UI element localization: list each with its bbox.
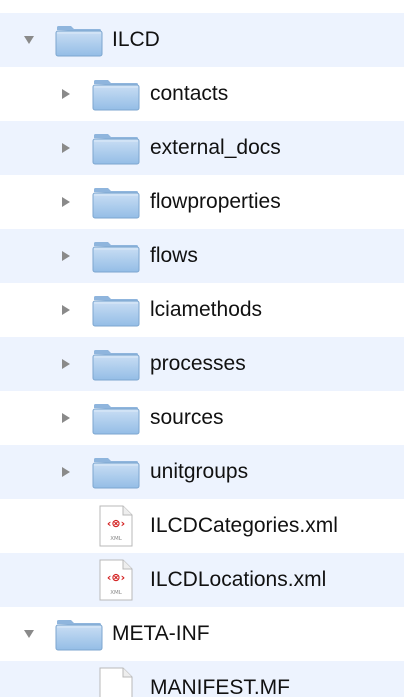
tree-row-processes[interactable]: processes xyxy=(0,337,404,391)
svg-text:‹⊗›: ‹⊗› xyxy=(107,517,125,530)
folder-icon xyxy=(92,296,140,327)
folder-icon xyxy=(92,404,140,435)
tree-item-label: flowproperties xyxy=(150,190,281,213)
tree-item-label: lciamethods xyxy=(150,298,263,321)
tree-item-label: MANIFEST.MF xyxy=(150,676,290,697)
xml-file-icon: ‹⊗› XML xyxy=(99,559,133,601)
xml-file-icon: ‹⊗› XML xyxy=(99,505,133,547)
disclosure-triangle-collapsed-icon[interactable] xyxy=(62,359,70,369)
svg-text:‹⊗›: ‹⊗› xyxy=(107,571,125,584)
folder-icon xyxy=(92,80,140,111)
tree-row-flows[interactable]: flows xyxy=(0,229,404,283)
tree-item-label: processes xyxy=(150,352,246,375)
folder-icon xyxy=(92,242,140,273)
tree-row-contacts[interactable]: contacts xyxy=(0,67,404,121)
disclosure-triangle-collapsed-icon[interactable] xyxy=(62,413,70,423)
folder-icon xyxy=(92,350,140,381)
xml-badge-text: XML xyxy=(110,590,123,596)
tree-row-meta-inf[interactable]: META-INF xyxy=(0,607,404,661)
disclosure-triangle-collapsed-icon[interactable] xyxy=(62,143,70,153)
folder-icon xyxy=(92,188,140,219)
xml-badge-text: XML xyxy=(110,536,123,542)
tree-row-flowproperties[interactable]: flowproperties xyxy=(0,175,404,229)
tree-row-manifest-mf[interactable]: MANIFEST.MF xyxy=(0,661,404,697)
tree-item-label: ILCDLocations.xml xyxy=(150,568,327,591)
tree-item-label: flows xyxy=(150,244,198,267)
disclosure-triangle-collapsed-icon[interactable] xyxy=(62,251,70,261)
tree-row-unitgroups[interactable]: unitgroups xyxy=(0,445,404,499)
disclosure-triangle-collapsed-icon[interactable] xyxy=(62,197,70,207)
folder-icon xyxy=(55,26,103,57)
tree-row-lciamethods[interactable]: lciamethods xyxy=(0,283,404,337)
tree-item-label: META-INF xyxy=(112,622,210,645)
document-icon xyxy=(99,667,133,697)
tree-row-ilcd[interactable]: ILCD xyxy=(0,13,404,67)
folder-icon xyxy=(55,620,103,651)
tree-row-ilcdlocations-xml[interactable]: ‹⊗› XML ILCDLocations.xml xyxy=(0,553,404,607)
tree-item-label: ILCDCategories.xml xyxy=(150,514,338,537)
disclosure-triangle-expanded-icon[interactable] xyxy=(24,630,34,638)
file-tree: ILCD contacts external_docs flowproperti… xyxy=(0,0,404,697)
folder-icon xyxy=(92,134,140,165)
folder-icon xyxy=(92,458,140,489)
disclosure-triangle-collapsed-icon[interactable] xyxy=(62,467,70,477)
tree-item-label: external_docs xyxy=(150,136,281,159)
tree-item-label: unitgroups xyxy=(150,460,249,483)
disclosure-triangle-expanded-icon[interactable] xyxy=(24,36,34,44)
disclosure-triangle-collapsed-icon[interactable] xyxy=(62,305,70,315)
tree-row-ilcdcategories-xml[interactable]: ‹⊗› XML ILCDCategories.xml xyxy=(0,499,404,553)
tree-item-label: ILCD xyxy=(112,28,160,51)
tree-item-label: sources xyxy=(150,406,224,429)
tree-row-sources[interactable]: sources xyxy=(0,391,404,445)
disclosure-triangle-collapsed-icon[interactable] xyxy=(62,89,70,99)
tree-item-label: contacts xyxy=(150,82,229,105)
tree-row-external-docs[interactable]: external_docs xyxy=(0,121,404,175)
